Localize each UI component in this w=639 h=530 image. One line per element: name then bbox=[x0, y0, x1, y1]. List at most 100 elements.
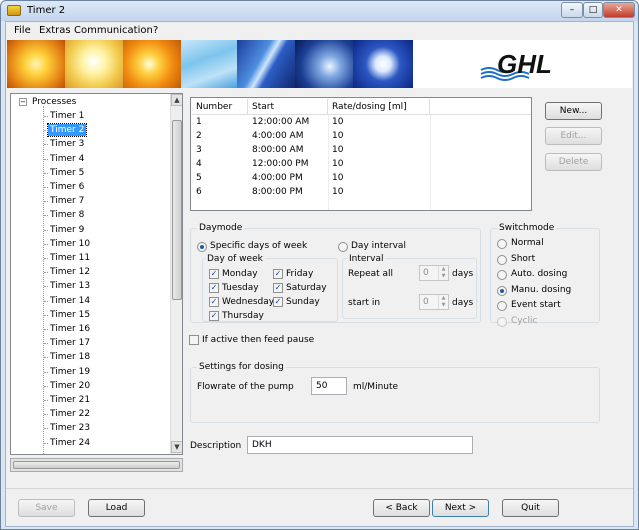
table-row[interactable]: 4 12:00:00 PM 10 bbox=[191, 158, 531, 172]
maximize-button[interactable]: □ bbox=[583, 2, 603, 18]
switchmode-radio-cyclic[interactable] bbox=[497, 316, 507, 327]
table-row[interactable]: 2 4:00:00 AM 10 bbox=[191, 130, 531, 144]
wednesday-label[interactable]: Wednesday bbox=[222, 297, 274, 307]
tree-item-timer-5[interactable]: Timer 5 bbox=[48, 167, 86, 179]
thursday-label[interactable]: Thursday bbox=[222, 311, 264, 321]
monday-checkbox[interactable]: ✓ bbox=[209, 269, 219, 279]
specific-days-radio[interactable] bbox=[197, 242, 207, 252]
tree-item-timer-23[interactable]: Timer 23 bbox=[48, 422, 92, 434]
new-button[interactable]: New... bbox=[545, 102, 602, 120]
close-button[interactable]: ✕ bbox=[603, 2, 635, 18]
tree-item-timer-7[interactable]: Timer 7 bbox=[48, 195, 86, 207]
switchmode-group: Switchmode Normal Short Auto. dosing Manu. … bbox=[490, 223, 600, 327]
process-tree[interactable]: − Processes Timer 1 Timer 2 Timer 3 Timer 4… bbox=[10, 93, 183, 455]
table-row[interactable]: 5 4:00:00 PM 10 bbox=[191, 172, 531, 186]
minimize-button[interactable]: – bbox=[561, 2, 583, 18]
tuesday-checkbox[interactable]: ✓ bbox=[209, 283, 219, 293]
col-number[interactable]: Number bbox=[192, 99, 248, 115]
tree-item-timer-9[interactable]: Timer 9 bbox=[48, 224, 86, 236]
scroll-down-icon[interactable]: ▼ bbox=[171, 441, 182, 453]
quit-button[interactable]: Quit bbox=[502, 499, 559, 517]
wednesday-checkbox[interactable]: ✓ bbox=[209, 297, 219, 307]
friday-label[interactable]: Friday bbox=[286, 269, 313, 279]
table-row[interactable]: 1 12:00:00 AM 10 bbox=[191, 116, 531, 130]
description-input[interactable]: DKH bbox=[247, 436, 473, 454]
repeat-all-spinner[interactable]: 0 ▲ ▼ bbox=[419, 265, 449, 281]
delete-button[interactable]: Delete bbox=[545, 153, 602, 171]
tree-item-timer-22[interactable]: Timer 22 bbox=[48, 408, 92, 420]
switchmode-radio-short[interactable] bbox=[497, 254, 507, 265]
spin-up-icon[interactable]: ▲ bbox=[438, 266, 448, 273]
tuesday-label[interactable]: Tuesday bbox=[222, 283, 259, 293]
next-button[interactable]: Next > bbox=[432, 499, 489, 517]
feed-pause-label[interactable]: If active then feed pause bbox=[202, 335, 314, 345]
day-interval-label[interactable]: Day interval bbox=[351, 241, 406, 251]
scroll-thumb[interactable] bbox=[172, 120, 182, 300]
tree-item-timer-19[interactable]: Timer 19 bbox=[48, 366, 92, 378]
tree-item-timer-17[interactable]: Timer 17 bbox=[48, 337, 92, 349]
save-button[interactable]: Save bbox=[18, 499, 75, 517]
specific-days-label[interactable]: Specific days of week bbox=[210, 241, 307, 251]
switchmode-radio-normal[interactable] bbox=[497, 239, 507, 249]
tree-item-timer-18[interactable]: Timer 18 bbox=[48, 351, 92, 363]
start-in-spinner[interactable]: 0 ▲ ▼ bbox=[419, 294, 449, 310]
saturday-label[interactable]: Saturday bbox=[286, 283, 327, 293]
thursday-checkbox[interactable]: ✓ bbox=[209, 311, 219, 321]
edit-button[interactable]: Edit... bbox=[545, 127, 602, 145]
switchmode-radio-event-start[interactable] bbox=[497, 301, 507, 311]
collapse-icon[interactable]: − bbox=[19, 98, 27, 106]
col-start[interactable]: Start bbox=[248, 99, 328, 115]
switchmode-radio-auto-dosing[interactable] bbox=[497, 270, 507, 280]
switchmode-label[interactable]: Cyclic bbox=[511, 316, 538, 326]
tree-item-timer-16[interactable]: Timer 16 bbox=[48, 323, 92, 335]
hscroll-thumb[interactable] bbox=[13, 461, 180, 469]
tree-item-timer-11[interactable]: Timer 11 bbox=[48, 252, 92, 264]
flowrate-input[interactable]: 50 bbox=[311, 377, 347, 395]
col-rate[interactable]: Rate/dosing [ml] bbox=[328, 99, 430, 115]
menu-communication[interactable]: Communication bbox=[74, 25, 153, 36]
tree-item-timer-8[interactable]: Timer 8 bbox=[48, 209, 86, 221]
menu-help[interactable]: ? bbox=[153, 25, 158, 36]
tree-item-timer-15[interactable]: Timer 15 bbox=[48, 309, 92, 321]
tree-item-timer-10[interactable]: Timer 10 bbox=[48, 238, 92, 250]
friday-checkbox[interactable]: ✓ bbox=[273, 269, 283, 279]
switchmode-label[interactable]: Short bbox=[511, 254, 535, 264]
tree-item-timer-1[interactable]: Timer 1 bbox=[48, 110, 86, 122]
tree-item-timer-21[interactable]: Timer 21 bbox=[48, 394, 92, 406]
table-row[interactable]: 6 8:00:00 PM 10 bbox=[191, 186, 531, 200]
monday-label[interactable]: Monday bbox=[222, 269, 258, 279]
tree-item-timer-13[interactable]: Timer 13 bbox=[48, 280, 92, 292]
sunday-label[interactable]: Sunday bbox=[286, 297, 320, 307]
switchmode-label[interactable]: Auto. dosing bbox=[511, 269, 567, 279]
spin-down-icon[interactable]: ▼ bbox=[438, 302, 448, 309]
menu-extras[interactable]: Extras bbox=[39, 25, 71, 36]
switchmode-label[interactable]: Manu. dosing bbox=[511, 285, 571, 295]
tree-item-timer-14[interactable]: Timer 14 bbox=[48, 295, 92, 307]
tree-root-processes[interactable]: Processes bbox=[32, 97, 76, 107]
tree-item-timer-2[interactable]: Timer 2 bbox=[46, 123, 88, 138]
table-row[interactable]: 3 8:00:00 AM 10 bbox=[191, 144, 531, 158]
tree-item-timer-3[interactable]: Timer 3 bbox=[48, 138, 86, 150]
scroll-up-icon[interactable]: ▲ bbox=[171, 94, 182, 106]
tree-item-timer-4[interactable]: Timer 4 bbox=[48, 153, 86, 165]
switchmode-label[interactable]: Normal bbox=[511, 238, 544, 248]
saturday-checkbox[interactable]: ✓ bbox=[273, 283, 283, 293]
load-button[interactable]: Load bbox=[88, 499, 145, 517]
tree-item-timer-24[interactable]: Timer 24 bbox=[48, 437, 92, 449]
day-interval-radio[interactable] bbox=[338, 242, 348, 252]
tree-item-timer-12[interactable]: Timer 12 bbox=[48, 266, 92, 278]
spin-up-icon[interactable]: ▲ bbox=[438, 295, 448, 302]
tree-vertical-scrollbar[interactable]: ▲ ▼ bbox=[170, 94, 182, 454]
feed-pause-checkbox[interactable] bbox=[189, 335, 199, 345]
tree-item-timer-20[interactable]: Timer 20 bbox=[48, 380, 92, 392]
timer-table[interactable]: Number Start Rate/dosing [ml] 1 12:00:00 … bbox=[190, 97, 532, 211]
switchmode-label[interactable]: Event start bbox=[511, 300, 561, 310]
switchmode-radio-manu-dosing[interactable] bbox=[497, 285, 507, 296]
menu-file[interactable]: File bbox=[14, 25, 31, 36]
tree-horizontal-scrollbar[interactable] bbox=[10, 458, 183, 472]
sunday-checkbox[interactable]: ✓ bbox=[273, 297, 283, 307]
tree-item-timer-6[interactable]: Timer 6 bbox=[48, 181, 86, 193]
back-button[interactable]: < Back bbox=[373, 499, 430, 517]
spin-down-icon[interactable]: ▼ bbox=[438, 273, 448, 280]
title-bar[interactable]: Timer 2 – □ ✕ bbox=[1, 1, 638, 21]
